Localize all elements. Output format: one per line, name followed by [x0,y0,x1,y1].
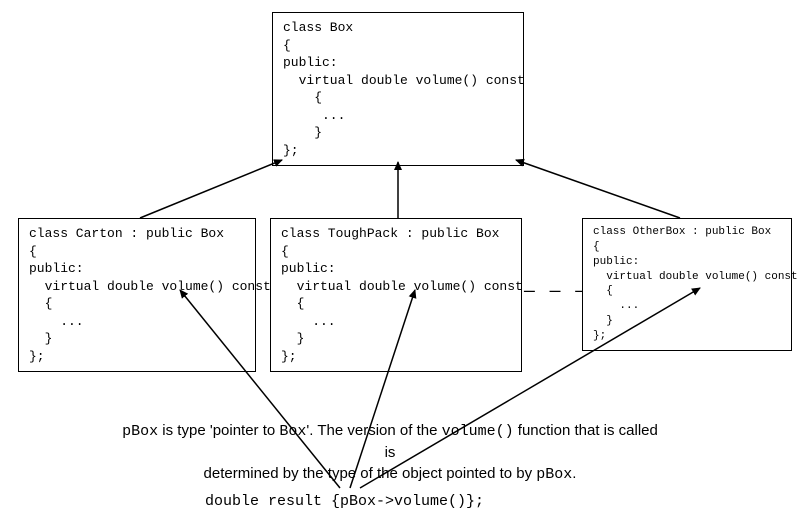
derived-class-toughpack: class ToughPack : public Box { public: v… [270,218,522,372]
caption-period: . [572,465,576,482]
result-codeline: double result {pBox->volume()}; [205,493,484,510]
caption-box: Box [279,423,306,440]
caption-volume: volume() [442,423,514,440]
derived-class-otherbox: class OtherBox : public Box { public: vi… [582,218,792,351]
caption-pbox-1: pBox [122,423,158,440]
arrow-carton-to-box [140,160,282,218]
caption-text-1: is type 'pointer to [158,422,279,439]
caption-text-2: '. The version of the [306,422,441,439]
derived-class-carton: class Carton : public Box { public: virt… [18,218,256,372]
polymorphism-caption: pBox is type 'pointer to Box'. The versi… [120,420,660,485]
caption-pbox-2: pBox [536,466,572,483]
caption-line2: determined by the type of the object poi… [204,465,537,482]
base-class-box: class Box { public: virtual double volum… [272,12,524,166]
arrow-otherbox-to-box [516,160,680,218]
